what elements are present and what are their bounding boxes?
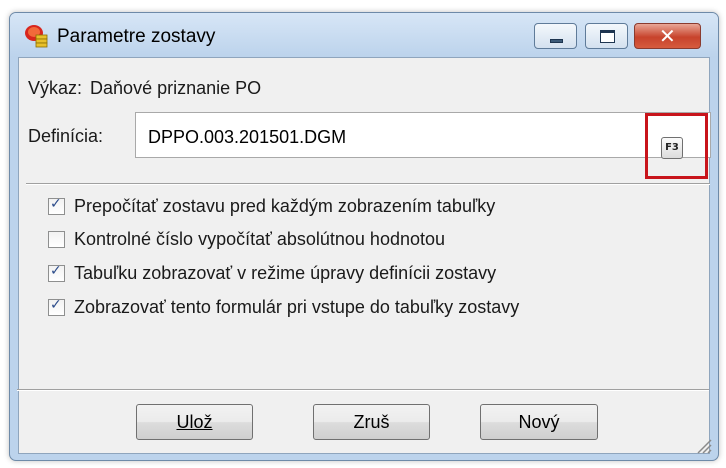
minimize-button[interactable] bbox=[534, 23, 577, 49]
close-icon: ✕ bbox=[659, 24, 676, 48]
maximize-button[interactable] bbox=[585, 23, 628, 49]
resize-grip-icon[interactable] bbox=[694, 436, 712, 454]
maximize-icon bbox=[600, 30, 615, 43]
highlight-annotation bbox=[645, 113, 708, 179]
save-button[interactable]: Ulož bbox=[136, 404, 253, 440]
checkbox[interactable]: ✓ bbox=[48, 196, 65, 215]
report-label: Výkaz: bbox=[28, 78, 83, 98]
title-bar[interactable]: Parametre zostavy ✕ bbox=[10, 13, 718, 57]
option-label: Kontrolné číslo vypočítať absolútnou hod… bbox=[74, 229, 446, 249]
definition-label: Definícia: bbox=[28, 126, 104, 146]
checkbox[interactable]: ✓ bbox=[48, 297, 65, 316]
close-button[interactable]: ✕ bbox=[634, 23, 701, 49]
minimize-icon bbox=[550, 39, 563, 43]
option-label: Zobrazovať tento formulár pri vstupe do … bbox=[74, 297, 520, 317]
option-label: Tabuľku zobrazovať v režime úpravy defin… bbox=[74, 263, 497, 283]
cancel-button[interactable]: Zruš bbox=[313, 404, 430, 440]
cancel-label: Zruš bbox=[353, 412, 390, 432]
new-label: Nový bbox=[518, 412, 560, 432]
checkbox[interactable] bbox=[48, 231, 65, 248]
footer-separator bbox=[17, 389, 709, 391]
definition-field[interactable]: DPPO.003.201501.DGM bbox=[135, 112, 711, 158]
option-label: Prepočítať zostavu pred každým zobrazení… bbox=[74, 196, 496, 216]
checkmark-icon: ✓ bbox=[50, 263, 62, 279]
new-button[interactable]: Nový bbox=[480, 404, 598, 440]
window-title: Parametre zostavy bbox=[57, 26, 216, 47]
save-label: Ulož bbox=[176, 412, 213, 432]
report-info: Výkaz: Daňové priznanie PO bbox=[28, 78, 261, 99]
checkbox[interactable]: ✓ bbox=[48, 263, 65, 282]
definition-value: DPPO.003.201501.DGM bbox=[148, 127, 347, 147]
report-value: Daňové priznanie PO bbox=[90, 78, 262, 98]
app-icon bbox=[25, 25, 48, 48]
separator bbox=[26, 183, 710, 185]
checkmark-icon: ✓ bbox=[50, 297, 62, 313]
checkmark-icon: ✓ bbox=[50, 196, 62, 212]
